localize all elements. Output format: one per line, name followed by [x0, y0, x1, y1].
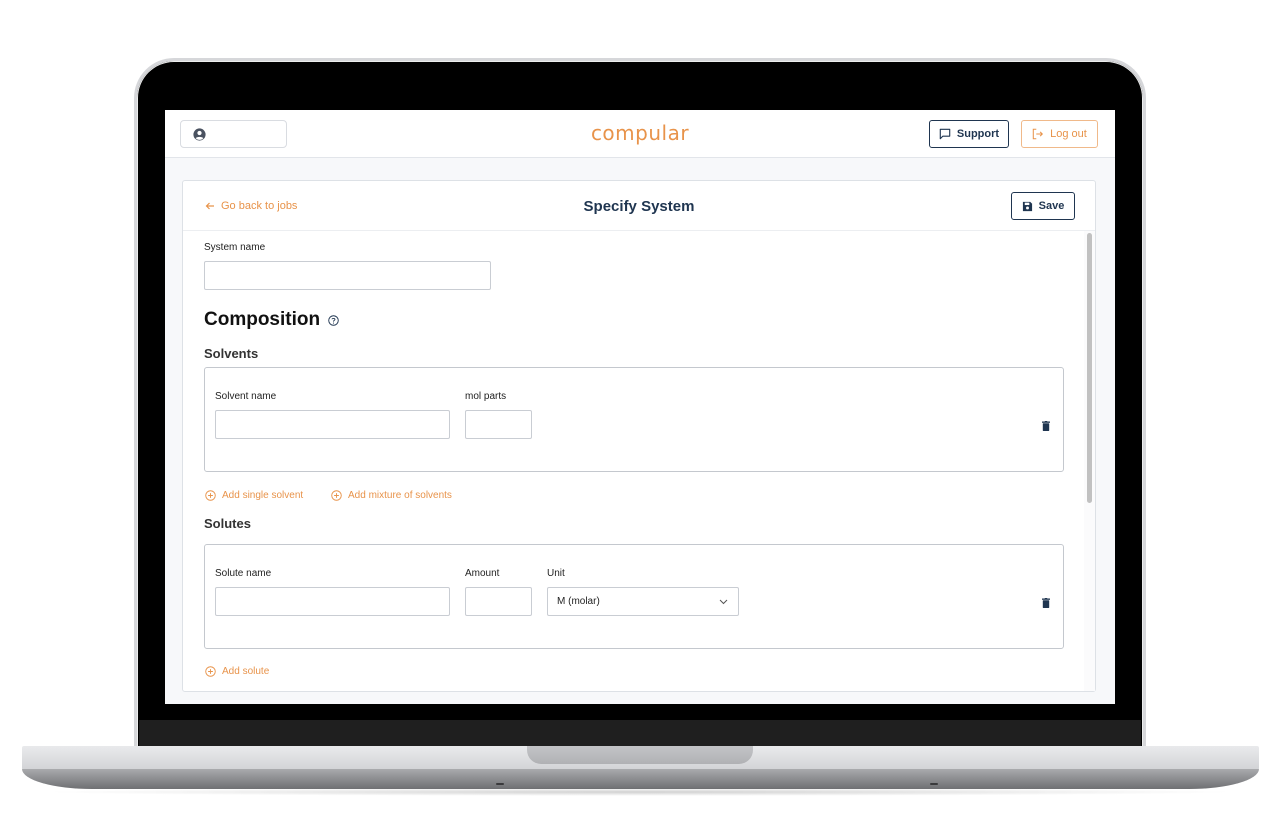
system-name-input[interactable] — [204, 261, 491, 290]
mol-parts-label: mol parts — [465, 391, 507, 402]
support-button[interactable]: Support — [929, 120, 1009, 148]
scrollbar-thumb[interactable] — [1087, 233, 1092, 503]
unit-label: Unit — [547, 568, 565, 579]
add-single-solvent-link[interactable]: Add single solvent — [205, 490, 303, 501]
support-label: Support — [956, 128, 1000, 140]
laptop-foot — [496, 783, 504, 785]
laptop-base-bottom — [22, 769, 1259, 789]
add-single-solvent-label: Add single solvent — [222, 490, 304, 501]
unit-selected-value: M (molar) — [557, 596, 600, 607]
solute-row: Solute name Amount Unit M (molar) — [204, 544, 1064, 649]
amount-input[interactable] — [465, 587, 532, 616]
page-title: Specify System — [583, 198, 695, 215]
solvents-heading: Solvents — [204, 346, 259, 361]
solute-name-input[interactable] — [215, 587, 450, 616]
floppy-disk-icon — [1022, 201, 1032, 211]
solvent-name-input[interactable] — [215, 410, 450, 439]
chevron-down-icon — [719, 599, 728, 604]
logout-arrow-icon — [1032, 128, 1044, 140]
laptop-foot — [930, 783, 938, 785]
specify-system-card: Go back to jobs Specify System Save Syst… — [182, 180, 1096, 692]
laptop-shadow — [40, 788, 1240, 796]
save-label: Save — [1038, 200, 1065, 212]
laptop-chin — [139, 720, 1141, 747]
top-navbar: compular Support Log out — [165, 110, 1115, 158]
mol-parts-input[interactable] — [465, 410, 532, 439]
add-mixture-of-solvents-link[interactable]: Add mixture of solvents — [331, 490, 452, 501]
logo-text: compular — [590, 121, 690, 145]
solute-name-label: Solute name — [215, 568, 272, 579]
plus-circle-icon — [205, 490, 216, 501]
plus-circle-icon — [331, 490, 342, 501]
logout-label: Log out — [1050, 128, 1087, 140]
composition-heading: Composition — [204, 309, 339, 331]
unit-select[interactable]: M (molar) — [547, 587, 739, 616]
add-solute-link[interactable]: Add solute — [205, 666, 269, 677]
trash-icon[interactable] — [1042, 421, 1050, 431]
save-button[interactable]: Save — [1011, 192, 1075, 220]
laptop-notch — [527, 746, 753, 764]
card-header: Go back to jobs Specify System Save — [183, 181, 1095, 231]
add-mixture-label: Add mixture of solvents — [348, 490, 452, 501]
amount-label: Amount — [465, 568, 500, 579]
solvent-name-label: Solvent name — [215, 391, 277, 402]
question-circle-icon[interactable] — [328, 314, 339, 326]
solvent-row: Solvent name mol parts — [204, 367, 1064, 472]
logout-button[interactable]: Log out — [1021, 120, 1098, 148]
chat-bubble-icon — [939, 128, 951, 140]
plus-circle-icon — [205, 666, 216, 677]
add-solute-label: Add solute — [222, 666, 270, 677]
trash-icon[interactable] — [1042, 598, 1050, 608]
app-screen: compular Support Log out Go back to jobs — [165, 110, 1115, 704]
solutes-heading: Solutes — [204, 516, 251, 531]
system-name-label: System name — [204, 242, 266, 253]
composition-heading-text: Composition — [204, 309, 321, 330]
